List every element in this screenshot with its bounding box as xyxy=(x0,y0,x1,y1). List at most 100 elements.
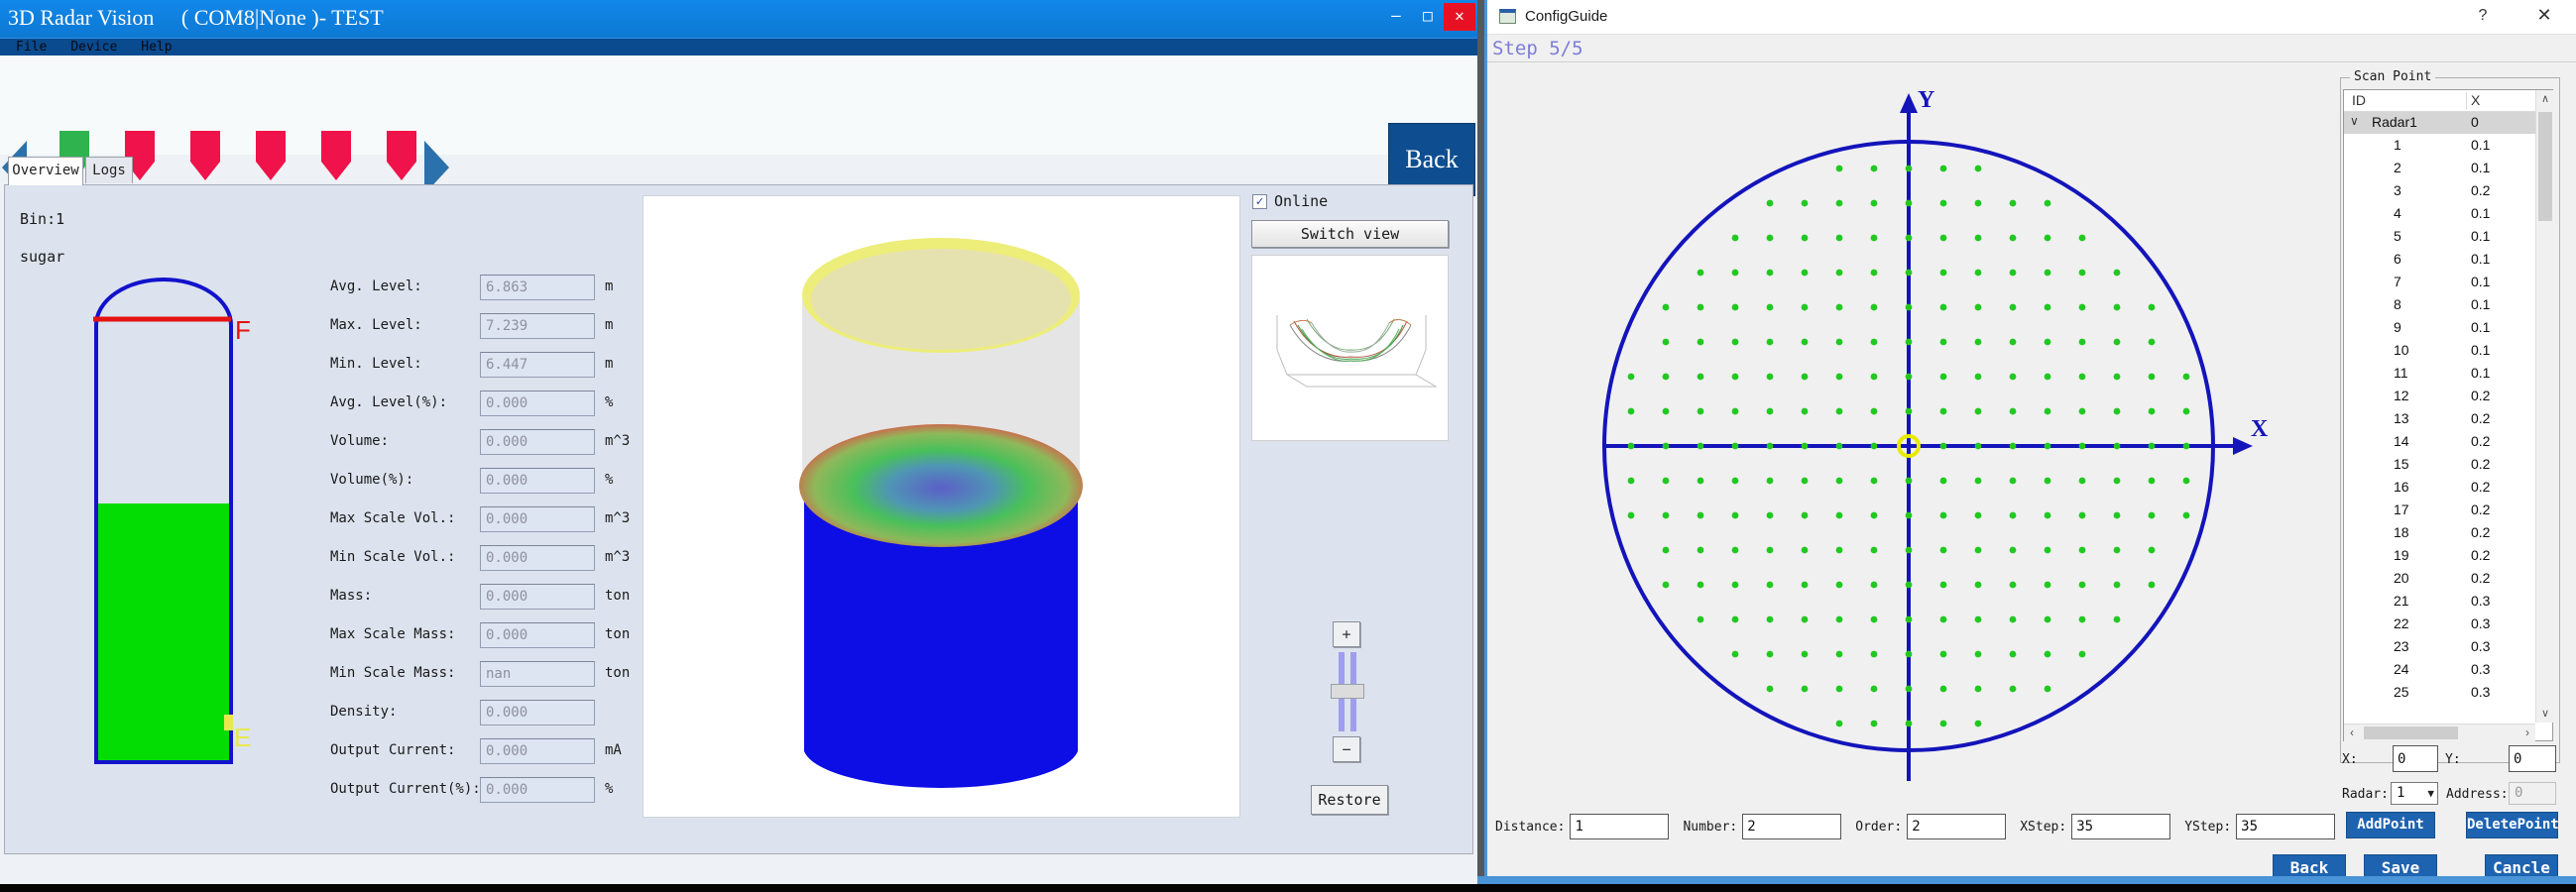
menu-item[interactable]: File xyxy=(6,40,57,55)
screen: 3D Radar Vision ( COM8|None )- TEST – □ … xyxy=(0,0,2576,892)
address-input[interactable]: 0 xyxy=(2509,782,2556,805)
scroll-up-icon[interactable]: ∧ xyxy=(2536,90,2554,108)
tank-3d-view[interactable] xyxy=(643,195,1240,818)
field-unit: m^3 xyxy=(605,549,630,565)
zoom-in-button[interactable]: + xyxy=(1333,621,1360,647)
scan-point-row[interactable]: 17 0.2 xyxy=(2344,499,2552,521)
online-checkbox[interactable]: ✓ xyxy=(1252,194,1267,209)
param-input[interactable] xyxy=(1907,814,2006,839)
row-x-value: 0.2 xyxy=(2471,433,2490,449)
surface-plot-thumbnail[interactable] xyxy=(1251,255,1449,441)
param-label: Order: xyxy=(1855,820,1902,835)
scan-point-row[interactable]: 25 0.3 xyxy=(2344,681,2552,704)
radar-row-x: 0 xyxy=(2471,114,2479,130)
radar-group-row[interactable]: ∨ Radar1 0 xyxy=(2344,112,2552,134)
row-x-value: 0.1 xyxy=(2471,137,2490,153)
menu-item[interactable]: Help xyxy=(131,40,181,55)
scan-point-row[interactable]: 22 0.3 xyxy=(2344,613,2552,635)
param-input[interactable] xyxy=(1742,814,1841,839)
row-x-value: 0.3 xyxy=(2471,615,2490,631)
scan-point-row[interactable]: 23 0.3 xyxy=(2344,635,2552,658)
row-x-value: 0.1 xyxy=(2471,274,2490,289)
y-coordinate-input[interactable] xyxy=(2509,745,2556,772)
scan-point-row[interactable]: 5 0.1 xyxy=(2344,225,2552,248)
minimize-button[interactable]: – xyxy=(1382,3,1410,31)
scan-point-row[interactable]: 8 0.1 xyxy=(2344,293,2552,316)
field-value-box: 0.000 xyxy=(480,700,595,725)
scan-point-row[interactable]: 4 0.1 xyxy=(2344,202,2552,225)
scan-point-plot[interactable]: Y X xyxy=(1487,59,2340,864)
param-input[interactable] xyxy=(2071,814,2170,839)
scan-point-row[interactable]: 13 0.2 xyxy=(2344,407,2552,430)
online-label: Online xyxy=(1274,192,1328,210)
bin-marker-icon xyxy=(190,131,220,180)
field-label: Mass: xyxy=(330,588,372,604)
menu-item[interactable]: Device xyxy=(60,40,127,55)
field-label: Volume: xyxy=(330,433,389,449)
scan-point-row[interactable]: 24 0.3 xyxy=(2344,658,2552,681)
zoom-slider-handle[interactable] xyxy=(1331,684,1364,699)
vertical-scrollbar[interactable]: ∧ ∨ xyxy=(2535,90,2553,723)
configguide-close-button[interactable]: ✕ xyxy=(2530,5,2558,26)
radar-select[interactable]: 1 ▼ xyxy=(2391,782,2438,805)
row-id: 25 xyxy=(2394,684,2409,700)
param-input[interactable] xyxy=(1570,814,1669,839)
row-id: 4 xyxy=(2394,205,2401,221)
y-axis-label: Y xyxy=(1918,87,1934,113)
scroll-left-icon[interactable]: ‹ xyxy=(2344,725,2360,741)
switch-view-button[interactable]: Switch view xyxy=(1251,220,1449,248)
row-x-value: 0.1 xyxy=(2471,228,2490,244)
maximize-button[interactable]: □ xyxy=(1414,3,1442,31)
radar-row-id: Radar1 xyxy=(2372,114,2417,130)
scan-point-row[interactable]: 19 0.2 xyxy=(2344,544,2552,567)
tab-overview[interactable]: Overview xyxy=(8,157,83,185)
scan-point-row[interactable]: 20 0.2 xyxy=(2344,567,2552,590)
scroll-down-icon[interactable]: ∨ xyxy=(2536,705,2554,723)
bin-marker-icon xyxy=(387,131,416,180)
tab-logs[interactable]: Logs xyxy=(85,157,133,183)
column-id: ID xyxy=(2352,92,2366,108)
param-input[interactable] xyxy=(2236,814,2335,839)
measurement-row: Min. Level: 6.447 m xyxy=(0,352,654,378)
horizontal-scrollbar[interactable]: ‹ › xyxy=(2344,724,2535,741)
y-coordinate-label: Y: xyxy=(2445,752,2461,767)
scan-point-row[interactable]: 16 0.2 xyxy=(2344,476,2552,499)
field-unit: % xyxy=(605,394,613,410)
radar-label: Radar: xyxy=(2342,787,2389,802)
delete-point-button[interactable]: DeletePoint xyxy=(2466,812,2558,838)
bin-marker-icon xyxy=(321,131,351,180)
scan-point-row[interactable]: 14 0.2 xyxy=(2344,430,2552,453)
help-button[interactable]: ? xyxy=(2471,7,2495,25)
scan-point-row[interactable]: 6 0.1 xyxy=(2344,248,2552,271)
row-id: 14 xyxy=(2394,433,2409,449)
row-id: 15 xyxy=(2394,456,2409,472)
field-value-box: 6.447 xyxy=(480,352,595,378)
scan-point-row[interactable]: 9 0.1 xyxy=(2344,316,2552,339)
scan-point-row[interactable]: 11 0.1 xyxy=(2344,362,2552,385)
param-label: Number: xyxy=(1683,820,1737,835)
scan-point-row[interactable]: 10 0.1 xyxy=(2344,339,2552,362)
restore-button[interactable]: Restore xyxy=(1311,785,1388,815)
field-label: Avg. Level(%): xyxy=(330,394,447,410)
scan-point-row[interactable]: 12 0.2 xyxy=(2344,385,2552,407)
scan-point-row[interactable]: 3 0.2 xyxy=(2344,179,2552,202)
scan-point-row[interactable]: 18 0.2 xyxy=(2344,521,2552,544)
x-axis-arrow-icon xyxy=(2233,437,2253,455)
scan-point-row[interactable]: 1 0.1 xyxy=(2344,134,2552,157)
scan-point-row[interactable]: 7 0.1 xyxy=(2344,271,2552,293)
x-coordinate-input[interactable] xyxy=(2393,745,2438,772)
collapse-chevron-icon[interactable]: ∨ xyxy=(2350,114,2359,128)
scan-point-row[interactable]: 21 0.3 xyxy=(2344,590,2552,613)
add-point-button[interactable]: AddPoint xyxy=(2346,812,2435,838)
scrollbar-thumb[interactable] xyxy=(2538,112,2552,221)
close-button[interactable]: ✕ xyxy=(1444,3,1475,31)
row-x-value: 0.1 xyxy=(2471,296,2490,312)
scan-point-table[interactable]: ID X ∨ Radar1 0 1 0.1 2 0.1 3 0.2 4 xyxy=(2343,89,2553,741)
scan-point-row[interactable]: 2 0.1 xyxy=(2344,157,2552,179)
zoom-out-button[interactable]: − xyxy=(1333,736,1360,762)
scrollbar-thumb[interactable] xyxy=(2364,726,2458,739)
scroll-right-icon[interactable]: › xyxy=(2519,725,2535,741)
measurement-row: Max Scale Vol.: 0.000 m^3 xyxy=(0,506,654,532)
scan-point-row[interactable]: 15 0.2 xyxy=(2344,453,2552,476)
row-x-value: 0.2 xyxy=(2471,182,2490,198)
